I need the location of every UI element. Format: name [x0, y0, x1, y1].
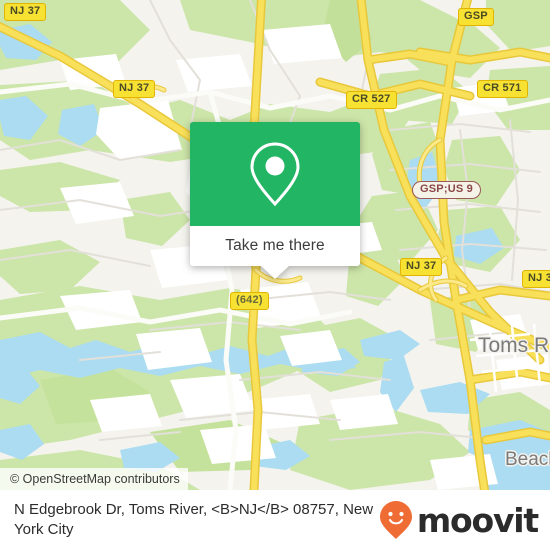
moovit-map-screenshot: NJ 37 NJ 37 CR 527 GSP CR 571 GSP;US 9 N… [0, 0, 550, 550]
road-shield-nj37-topleft: NJ 37 [4, 3, 47, 21]
osm-attribution[interactable]: © OpenStreetMap contributors [0, 468, 188, 490]
place-label-beach: Beach [505, 449, 550, 470]
footer-bar: N Edgebrook Dr, Toms River, <B>NJ</B> 08… [0, 490, 550, 550]
road-shield-nj3-edge: NJ 3 [522, 270, 550, 288]
moovit-wordmark: moovit [416, 500, 539, 540]
moovit-smiley-pin-icon [379, 501, 412, 539]
road-shield-nj37-right: NJ 37 [400, 258, 443, 276]
road-shield-nj37-upper: NJ 37 [113, 80, 156, 98]
map-canvas[interactable]: NJ 37 NJ 37 CR 527 GSP CR 571 GSP;US 9 N… [0, 0, 550, 490]
take-me-there-button[interactable]: Take me there [225, 237, 325, 255]
road-shield-gsp: GSP [458, 8, 494, 26]
road-shield-642: (642) [230, 292, 269, 310]
road-shield-cr527: CR 527 [346, 91, 397, 109]
road-shield-gsp-us9: GSP;US 9 [412, 181, 481, 199]
popup-pointer-tail [261, 266, 289, 279]
location-popup[interactable]: Take me there [190, 122, 360, 279]
address-caption: N Edgebrook Dr, Toms River, <B>NJ</B> 08… [14, 501, 374, 538]
popup-header [190, 122, 360, 226]
map-pin-icon [250, 142, 300, 207]
popup-footer[interactable]: Take me there [190, 226, 360, 266]
moovit-brand[interactable]: moovit [379, 500, 539, 540]
road-shield-cr571: CR 571 [477, 80, 528, 98]
place-label-toms-river: Toms Riv [478, 334, 550, 357]
